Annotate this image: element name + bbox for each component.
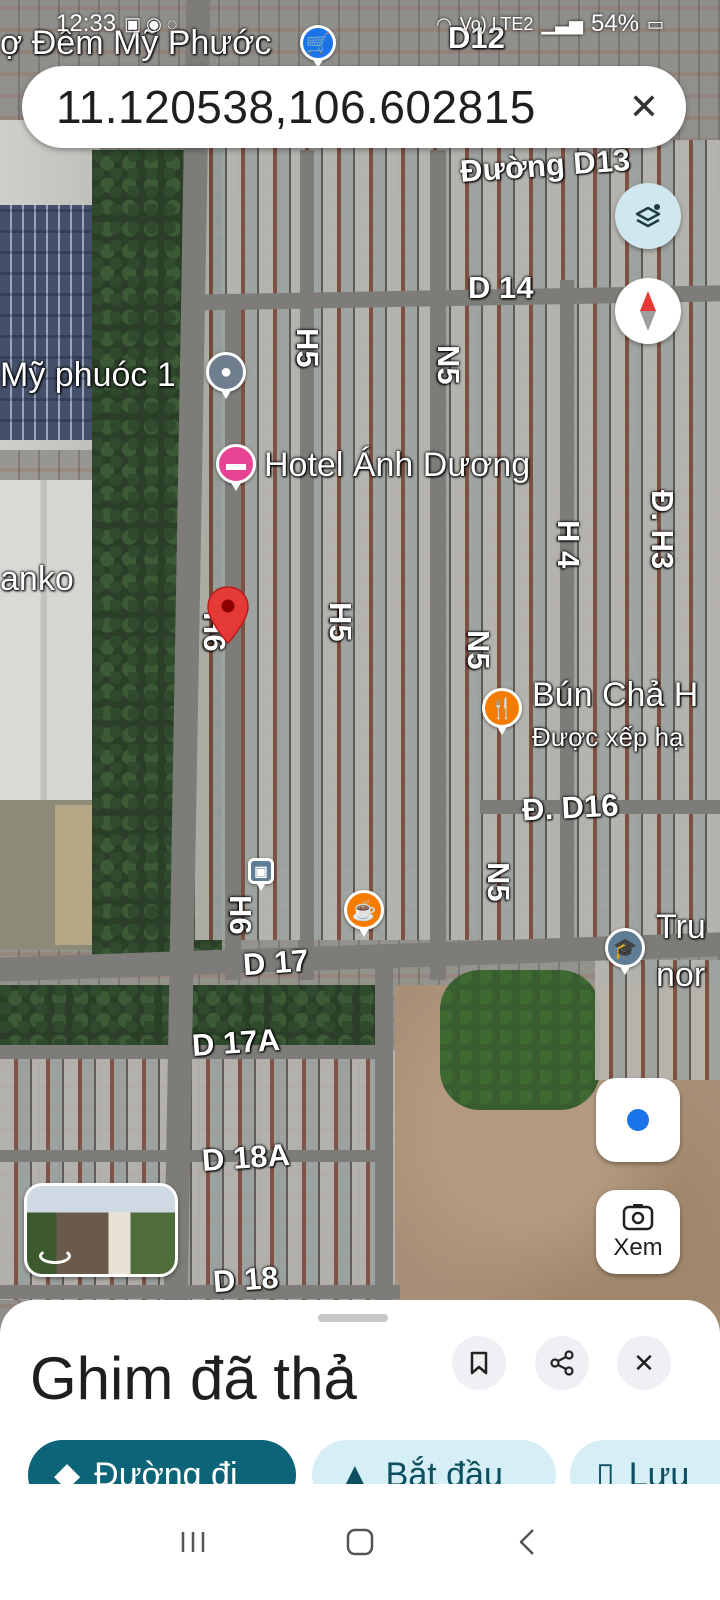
wifi-icon: ◠ xyxy=(435,13,452,34)
bookmark-icon xyxy=(470,1351,488,1375)
home-icon xyxy=(346,1528,374,1556)
my-location-button[interactable] xyxy=(596,1078,680,1162)
share-icon xyxy=(550,1350,574,1376)
notification-icons: ▣ ◉ ◌ xyxy=(124,13,178,34)
back-button[interactable] xyxy=(502,1517,552,1567)
recent-apps-button[interactable] xyxy=(168,1517,218,1567)
status-time: 12:33 xyxy=(56,10,117,37)
dropped-pin-icon[interactable] xyxy=(205,585,251,647)
search-coordinates[interactable]: 11.120538,106.602815 xyxy=(56,80,622,134)
share-button[interactable] xyxy=(535,1336,589,1390)
road-n5-south xyxy=(375,960,393,1300)
road-label-n5-mid: N5 xyxy=(461,630,496,670)
poi-label-school-line2: nor xyxy=(656,956,706,994)
lens-view-button[interactable]: Xem xyxy=(596,1190,680,1274)
road-d18a xyxy=(0,1150,390,1162)
hotel-bed-icon[interactable]: ▬ xyxy=(216,444,256,491)
close-icon: ✕ xyxy=(633,1347,655,1378)
compass-button[interactable] xyxy=(615,278,681,344)
sheet-title: Ghim đã thả xyxy=(30,1345,357,1412)
road-d18 xyxy=(0,1285,400,1299)
my-location-icon xyxy=(627,1109,649,1131)
close-sheet-button[interactable]: ✕ xyxy=(617,1336,671,1390)
coffee-cup-icon[interactable]: ☕ xyxy=(344,890,384,937)
compass-icon xyxy=(640,291,656,331)
poi-sublabel-bun-cha: Được xếp hạ xyxy=(532,722,684,752)
road-h5 xyxy=(300,150,314,980)
map-green-area xyxy=(440,970,600,1110)
signal-icon: ▁▃▅ xyxy=(541,13,583,34)
road-label-d14: D 14 xyxy=(468,270,534,305)
road-label-d18a: D 18A xyxy=(200,1136,291,1179)
bus-stop-icon[interactable]: ▣ xyxy=(248,858,274,891)
road-label-d18: D 18 xyxy=(211,1259,280,1300)
lens-label: Xem xyxy=(613,1234,663,1261)
poi-label-bun-cha[interactable]: Bún Chả H xyxy=(532,676,698,715)
recent-apps-icon xyxy=(182,1532,205,1552)
map-solar-roof xyxy=(0,205,100,440)
back-icon xyxy=(519,1529,534,1555)
road-label-d17: D 17 xyxy=(241,942,310,983)
bookmark-button[interactable] xyxy=(452,1336,506,1390)
road-label-dh3: Đ. H3 xyxy=(645,490,680,570)
road-label-h4: H 4 xyxy=(551,520,586,569)
map-residential-area xyxy=(195,140,720,940)
poi-label-sanko[interactable]: anko xyxy=(0,560,74,599)
road-label-h5-top: H5 xyxy=(290,328,325,368)
school-icon[interactable]: 🎓 xyxy=(605,928,645,975)
road-label-d17a: D 17A xyxy=(190,1021,281,1064)
home-button[interactable] xyxy=(335,1517,385,1567)
road-label-d16: Đ. D16 xyxy=(521,787,620,828)
poi-label-my-phuoc[interactable]: Mỹ phuóc 1 xyxy=(0,356,176,395)
status-bar: 12:33 ▣ ◉ ◌ ◠ Vo) LTE2 ▁▃▅ 54% ▭ xyxy=(0,0,720,48)
street-view-thumbnail[interactable] xyxy=(24,1183,178,1277)
road-label-h5-mid: H5 xyxy=(323,602,358,642)
network-indicator: Vo) LTE2 xyxy=(459,13,534,34)
road-h4 xyxy=(560,280,574,940)
restaurant-icon[interactable]: 🍴 xyxy=(482,688,522,735)
battery-percent: 54% xyxy=(590,10,639,37)
road-n5 xyxy=(430,150,446,980)
close-icon[interactable]: ✕ xyxy=(622,85,666,129)
poi-label-school-line1[interactable]: Tru xyxy=(656,908,706,947)
road-label-h6-bottom: H6 xyxy=(223,895,258,935)
battery-icon: ▭ xyxy=(646,13,664,34)
sheet-drag-handle[interactable] xyxy=(318,1314,388,1322)
road-label-n5-top: N5 xyxy=(431,345,466,385)
layers-button[interactable] xyxy=(615,183,681,249)
poi-label-hotel[interactable]: Hotel Ánh Dương xyxy=(264,446,530,485)
location-pin-icon[interactable]: ● xyxy=(206,352,246,399)
road-label-n5-bottom: N5 xyxy=(481,862,516,902)
search-bar[interactable]: 11.120538,106.602815 ✕ xyxy=(22,66,686,148)
camera-lens-icon xyxy=(622,1204,654,1231)
layers-icon xyxy=(635,204,661,228)
street-view-360-icon xyxy=(39,1248,71,1264)
system-navigation-bar xyxy=(0,1484,720,1600)
